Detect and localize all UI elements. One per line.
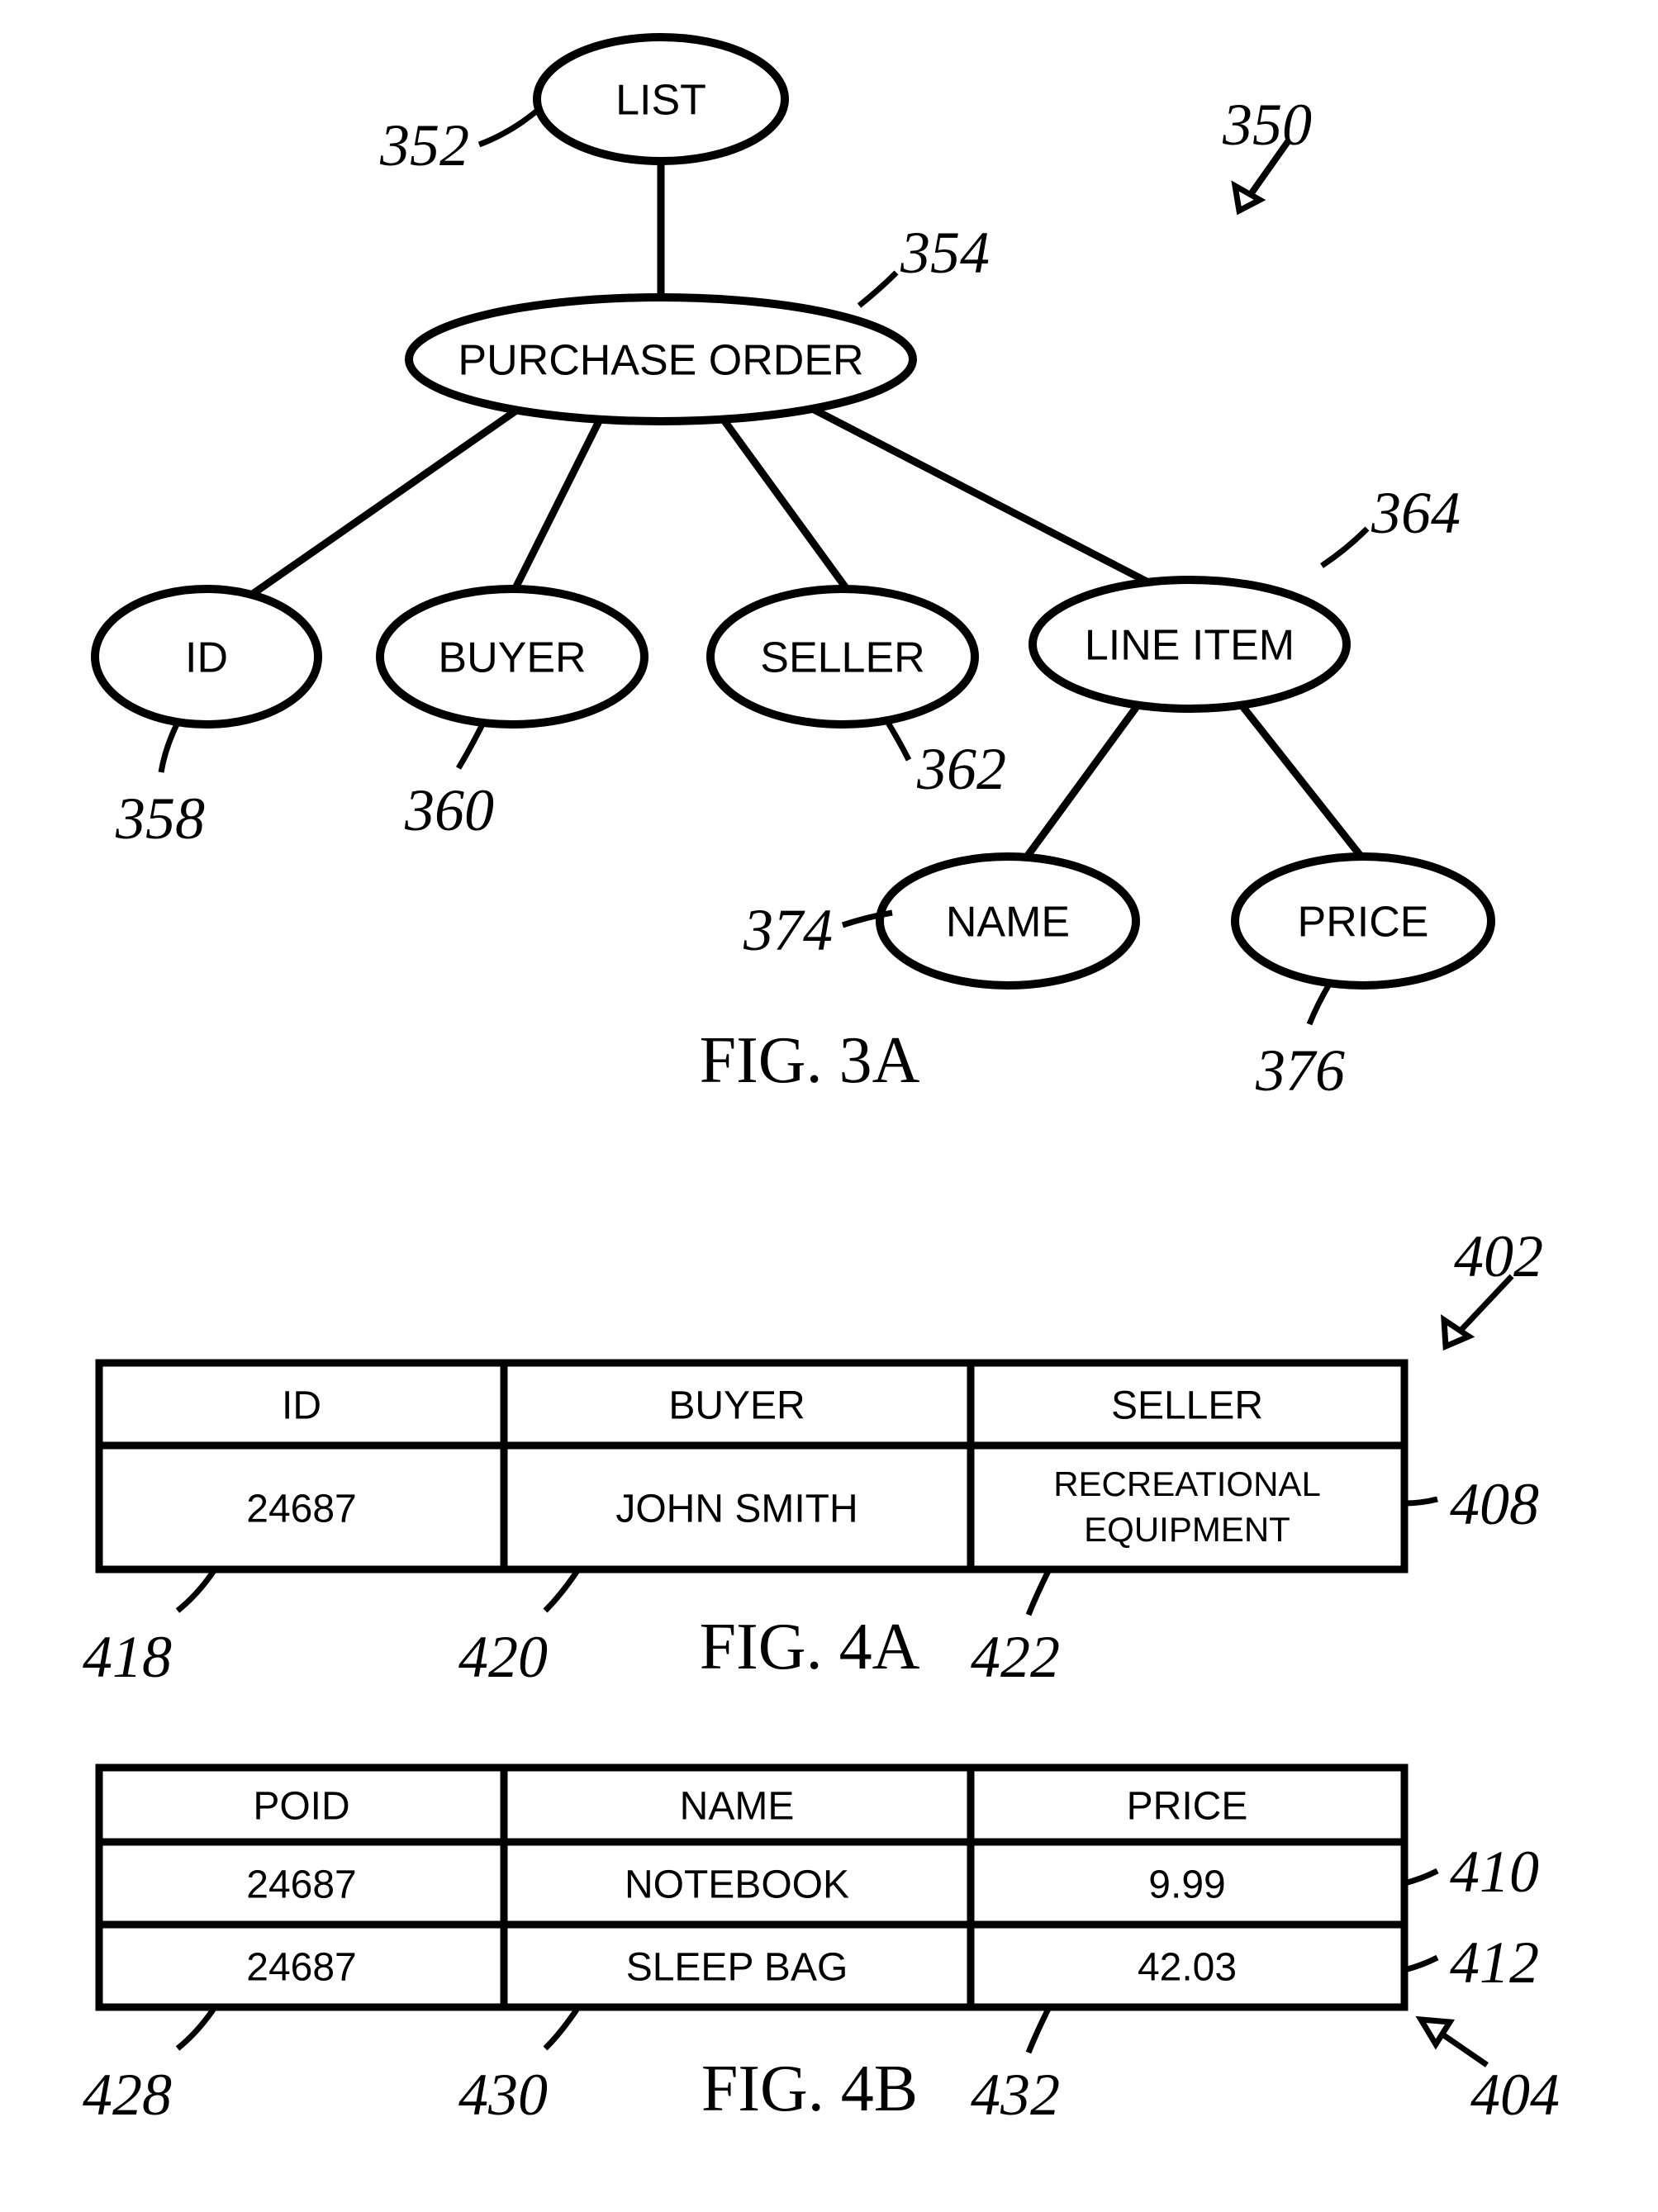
node-list-label: LIST xyxy=(615,77,706,125)
td-seller-2: EQUIPMENT xyxy=(1084,1510,1290,1549)
node-lineitem-label: LINE ITEM xyxy=(1085,622,1295,670)
th-price: PRICE xyxy=(1127,1785,1248,1829)
node-price-label: PRICE xyxy=(1298,899,1429,947)
th-seller: SELLER xyxy=(1111,1384,1263,1428)
td-id: 24687 xyxy=(246,1488,356,1531)
tree-edges xyxy=(240,161,1363,871)
ref-432: 432 xyxy=(971,2062,1060,2128)
ref-422: 422 xyxy=(971,1624,1060,1690)
th-id: ID xyxy=(282,1384,321,1428)
ref-leads-3a xyxy=(161,107,1367,1024)
td-buyer: JOHN SMITH xyxy=(615,1488,858,1531)
ref-364: 364 xyxy=(1371,480,1461,546)
ref-354: 354 xyxy=(900,220,990,286)
ref-420: 420 xyxy=(458,1624,548,1690)
node-price: PRICE xyxy=(1235,857,1491,985)
td-seller-1: RECREATIONAL xyxy=(1053,1464,1321,1503)
ref-428: 428 xyxy=(83,2062,172,2128)
tr2-poid: 24687 xyxy=(246,1946,356,1990)
fig4b-caption: FIG. 4B xyxy=(701,2053,918,2125)
ref-350: 350 xyxy=(1222,92,1312,158)
figure-canvas: LIST PURCHASE ORDER ID BUYER SELLER LINE… xyxy=(0,0,1658,2212)
ref-402: 402 xyxy=(1454,1223,1543,1289)
ref-360: 360 xyxy=(404,777,494,843)
ref-412: 412 xyxy=(1450,1930,1539,1996)
th-buyer: BUYER xyxy=(668,1384,805,1428)
tr1-poid: 24687 xyxy=(246,1863,356,1907)
fig3a-tree: LIST PURCHASE ORDER ID BUYER SELLER LINE… xyxy=(95,37,1491,1104)
fig4b-table: POID NAME PRICE 24687 NOTEBOOK 9.99 2468… xyxy=(83,1768,1560,2128)
fig4a-caption: FIG. 4A xyxy=(700,1611,920,1683)
node-id-label: ID xyxy=(185,634,228,682)
node-buyer: BUYER xyxy=(380,589,644,724)
ref-362: 362 xyxy=(916,736,1006,802)
tr2-name: SLEEP BAG xyxy=(626,1946,848,1990)
node-buyer-label: BUYER xyxy=(438,634,586,682)
node-seller-label: SELLER xyxy=(760,634,924,682)
tr1-price: 9.99 xyxy=(1148,1863,1225,1907)
ref-408: 408 xyxy=(1450,1471,1539,1537)
ref-376: 376 xyxy=(1255,1037,1345,1104)
th-poid: POID xyxy=(253,1785,349,1829)
node-purchase-order: PURCHASE ORDER xyxy=(409,297,913,421)
ref-358: 358 xyxy=(115,786,205,852)
ref-374: 374 xyxy=(743,897,833,963)
node-list: LIST xyxy=(537,37,785,161)
node-lineitem: LINE ITEM xyxy=(1033,580,1347,709)
node-name-label: NAME xyxy=(946,899,1070,947)
node-id: ID xyxy=(95,589,318,724)
patent-figure-page: LIST PURCHASE ORDER ID BUYER SELLER LINE… xyxy=(0,0,1658,2212)
ref-352: 352 xyxy=(379,112,469,178)
node-seller: SELLER xyxy=(710,589,975,724)
th-name: NAME xyxy=(680,1785,795,1829)
ref-418: 418 xyxy=(83,1624,172,1690)
fig4a-table: ID BUYER SELLER 24687 JOHN SMITH RECREAT… xyxy=(83,1223,1543,1690)
tr2-price: 42.03 xyxy=(1138,1946,1237,1990)
node-po-label: PURCHASE ORDER xyxy=(458,337,863,385)
ref-404: 404 xyxy=(1470,2062,1560,2128)
node-name: NAME xyxy=(880,857,1136,985)
tr1-name: NOTEBOOK xyxy=(625,1863,849,1907)
ref-430: 430 xyxy=(458,2062,548,2128)
fig3a-caption: FIG. 3A xyxy=(700,1024,920,1097)
ref-410: 410 xyxy=(1450,1839,1539,1905)
